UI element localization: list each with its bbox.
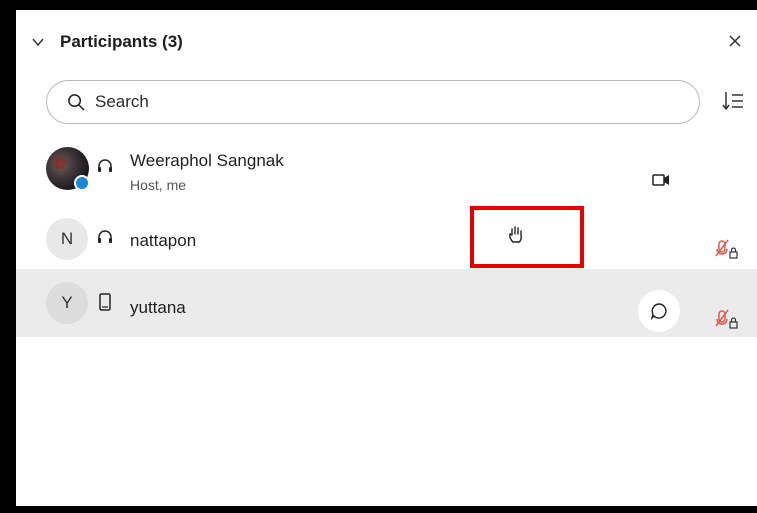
participant-name: yuttana (130, 298, 186, 317)
raised-hand-icon[interactable] (506, 225, 526, 245)
participants-panel: Participants (3) Weeraphol Sangnak Ho (16, 10, 757, 506)
avatar: Y (46, 282, 88, 324)
panel-title: Participants (3) (60, 32, 183, 51)
close-icon[interactable] (728, 34, 742, 48)
mic-muted-locked-icon[interactable] (714, 239, 740, 261)
panel-header: Participants (3) (16, 10, 757, 70)
raised-hand-highlight (470, 206, 584, 268)
participant-name: Weeraphol Sangnak (130, 151, 284, 170)
participant-row-yuttana[interactable]: Y yuttana (16, 269, 757, 337)
headphones-icon (98, 230, 112, 243)
video-camera-icon[interactable] (652, 173, 670, 187)
participant-name: nattapon (130, 231, 197, 250)
mic-muted-locked-icon[interactable] (714, 309, 740, 331)
chat-bubble-icon (650, 303, 667, 320)
headphones-icon (98, 159, 112, 172)
participant-role: Host, me (130, 177, 187, 193)
mobile-phone-icon (99, 293, 111, 311)
participant-row-weeraphol[interactable]: Weeraphol Sangnak Host, me (16, 135, 757, 203)
search-icon (68, 94, 85, 111)
search-input[interactable] (95, 87, 675, 117)
participant-row-nattapon[interactable]: N nattapon (16, 205, 757, 273)
chevron-down-icon[interactable] (32, 36, 44, 48)
search-box[interactable] (46, 80, 700, 124)
status-badge (74, 175, 90, 191)
chat-button[interactable] (638, 290, 680, 332)
sort-icon[interactable] (722, 90, 744, 112)
avatar: N (46, 218, 88, 260)
